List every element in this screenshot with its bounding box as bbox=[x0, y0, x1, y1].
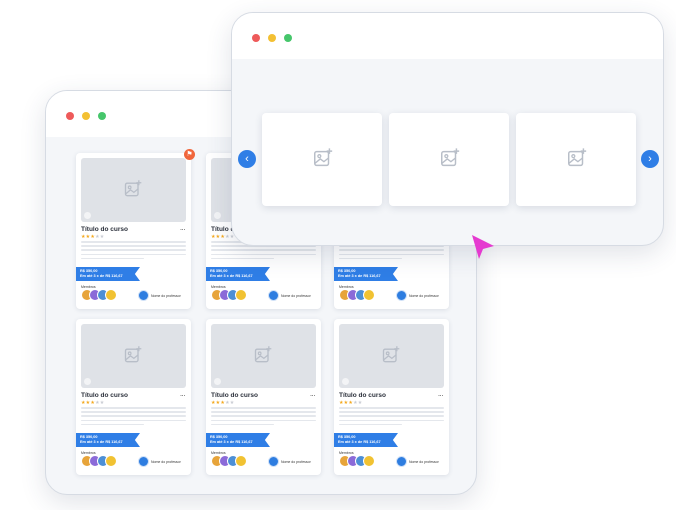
professor-name: Nome do professor bbox=[409, 294, 439, 298]
pointer-cursor-icon bbox=[472, 235, 494, 259]
course-title: Título do curso bbox=[339, 392, 386, 399]
member-avatar bbox=[235, 455, 247, 467]
carousel-slide[interactable] bbox=[389, 113, 509, 206]
price-installments: Em até 3 x de R$ 116,67 bbox=[210, 274, 253, 278]
thumbnail-indicator-icon bbox=[214, 378, 221, 385]
image-placeholder-icon bbox=[441, 148, 460, 167]
price-installments: Em até 3 x de R$ 116,67 bbox=[338, 274, 381, 278]
maximize-window-icon[interactable] bbox=[98, 112, 106, 120]
rating-stars: ★★★★★ bbox=[81, 400, 105, 406]
professor-avatar bbox=[268, 290, 279, 301]
card-menu-button[interactable]: ... bbox=[438, 389, 444, 398]
close-window-icon[interactable] bbox=[252, 34, 260, 42]
image-placeholder-icon bbox=[124, 180, 142, 197]
price-tag: R$ 350,00 Em até 3 x de R$ 116,67 bbox=[206, 267, 270, 281]
course-title: Título do curso bbox=[211, 392, 258, 399]
professor-avatar bbox=[268, 456, 279, 467]
window-titlebar bbox=[232, 13, 663, 59]
price-installments: Em até 3 x de R$ 116,67 bbox=[80, 440, 123, 444]
image-placeholder-icon bbox=[314, 148, 333, 167]
professor-name: Nome do professor bbox=[281, 460, 311, 464]
professor-name: Nome do professor bbox=[281, 294, 311, 298]
price-tag: R$ 350,00 Em até 3 x de R$ 116,67 bbox=[206, 433, 270, 447]
course-card[interactable]: Título do curso ... ★★★★★ R$ 350,00 Em a… bbox=[206, 319, 321, 475]
professor-avatar bbox=[396, 456, 407, 467]
rating-stars: ★★★★★ bbox=[211, 234, 235, 240]
professor-name: Nome do professor bbox=[151, 460, 181, 464]
price-installments: Em até 3 x de R$ 116,67 bbox=[338, 440, 381, 444]
close-window-icon[interactable] bbox=[66, 112, 74, 120]
course-card[interactable]: Título do curso ... ★★★★★ R$ 350,00 Em a… bbox=[334, 319, 449, 475]
course-thumbnail bbox=[211, 324, 316, 388]
thumbnail-indicator-icon bbox=[84, 212, 91, 219]
member-avatar bbox=[363, 455, 375, 467]
professor-name: Nome do professor bbox=[151, 294, 181, 298]
carousel-window: ‹ › bbox=[231, 12, 664, 246]
professor-name: Nome do professor bbox=[409, 460, 439, 464]
course-title: Título do curso bbox=[81, 392, 128, 399]
member-avatar bbox=[363, 289, 375, 301]
card-menu-button[interactable]: ... bbox=[310, 389, 316, 398]
carousel-prev-button[interactable]: ‹ bbox=[238, 150, 256, 168]
member-avatar bbox=[235, 289, 247, 301]
image-placeholder-icon bbox=[124, 346, 142, 363]
card-menu-button[interactable]: ... bbox=[180, 223, 186, 232]
carousel-slide[interactable] bbox=[262, 113, 382, 206]
course-description bbox=[211, 407, 316, 428]
thumbnail-indicator-icon bbox=[214, 212, 221, 219]
minimize-window-icon[interactable] bbox=[268, 34, 276, 42]
member-avatar bbox=[105, 289, 117, 301]
carousel-slide[interactable] bbox=[516, 113, 636, 206]
price-tag: R$ 350,00 Em até 3 x de R$ 116,67 bbox=[334, 267, 398, 281]
course-thumbnail bbox=[81, 158, 186, 222]
price-installments: Em até 3 x de R$ 116,67 bbox=[80, 274, 123, 278]
professor-avatar bbox=[396, 290, 407, 301]
price-tag: R$ 350,00 Em até 3 x de R$ 116,67 bbox=[76, 433, 140, 447]
professor-avatar bbox=[138, 456, 149, 467]
course-description bbox=[81, 407, 186, 428]
course-description bbox=[81, 241, 186, 262]
member-avatar bbox=[105, 455, 117, 467]
price-tag: R$ 350,00 Em até 3 x de R$ 116,67 bbox=[334, 433, 398, 447]
course-card[interactable]: Título do curso ... ★★★★★ R$ 350,00 Em a… bbox=[76, 149, 195, 309]
course-thumbnail bbox=[81, 324, 186, 388]
rating-stars: ★★★★★ bbox=[81, 234, 105, 240]
maximize-window-icon[interactable] bbox=[284, 34, 292, 42]
image-placeholder-icon bbox=[254, 346, 272, 363]
rating-stars: ★★★★★ bbox=[339, 400, 363, 406]
price-installments: Em até 3 x de R$ 116,67 bbox=[210, 440, 253, 444]
minimize-window-icon[interactable] bbox=[82, 112, 90, 120]
course-thumbnail bbox=[339, 324, 444, 388]
image-placeholder-icon bbox=[568, 148, 587, 167]
course-card[interactable]: Título do curso ... ★★★★★ R$ 350,00 Em a… bbox=[76, 319, 191, 475]
price-tag: R$ 350,00 Em até 3 x de R$ 116,67 bbox=[76, 267, 140, 281]
carousel-next-button[interactable]: › bbox=[641, 150, 659, 168]
professor-avatar bbox=[138, 290, 149, 301]
card-menu-button[interactable]: ... bbox=[180, 389, 186, 398]
course-title: Título do curso bbox=[81, 226, 128, 233]
favorite-badge-icon[interactable]: ⚑ bbox=[184, 149, 195, 160]
rating-stars: ★★★★★ bbox=[211, 400, 235, 406]
image-placeholder-icon bbox=[382, 346, 400, 363]
course-description bbox=[339, 407, 444, 428]
thumbnail-indicator-icon bbox=[84, 378, 91, 385]
thumbnail-indicator-icon bbox=[342, 378, 349, 385]
